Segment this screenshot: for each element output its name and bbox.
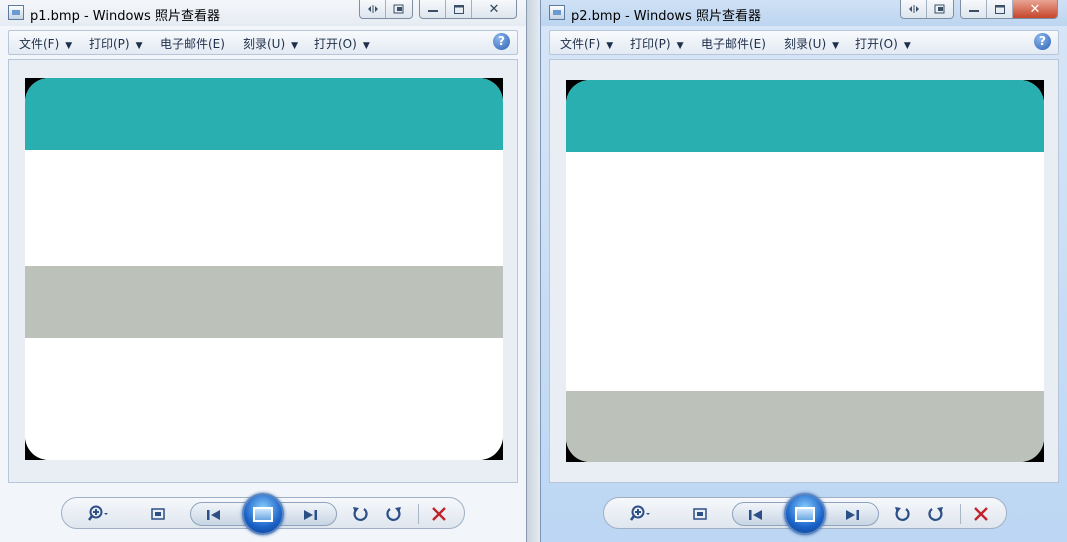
title-extra-buttons	[359, 0, 413, 19]
previous-icon[interactable]	[745, 504, 767, 526]
image-band-2	[25, 266, 503, 338]
slideshow-button[interactable]	[242, 493, 284, 535]
menu-open[interactable]: 打开(O) ▼	[314, 35, 370, 52]
delete-icon[interactable]	[428, 503, 450, 525]
zoom-icon[interactable]	[630, 503, 652, 525]
image-band-1	[25, 150, 503, 266]
slideshow-icon	[795, 506, 815, 522]
window-controls: ✕	[960, 0, 1058, 19]
window-title: p1.bmp - Windows 照片查看器	[30, 9, 220, 24]
next-icon[interactable]	[841, 504, 863, 526]
separator	[418, 504, 419, 524]
navigation-toolbar	[603, 493, 1007, 535]
navigation-toolbar	[61, 493, 465, 535]
fit-to-window-icon[interactable]	[689, 503, 711, 525]
bitmap-content	[25, 78, 503, 460]
zoom-icon[interactable]	[88, 503, 110, 525]
photo-viewer-window-p1: p1.bmp - Windows 照片查看器 ✕ 文件(F) ▼ 打印(P) ▼ 电…	[0, 0, 527, 542]
chevron-down-icon: ▼	[676, 41, 684, 51]
delete-icon[interactable]	[970, 503, 992, 525]
menu-print[interactable]: 打印(P) ▼	[630, 35, 684, 52]
chevron-down-icon: ▼	[362, 41, 370, 51]
menu-burn[interactable]: 刻录(U) ▼	[784, 35, 839, 52]
menu-bar: 文件(F) ▼ 打印(P) ▼ 电子邮件(E) 刻录(U) ▼ 打开(O) ▼ ?	[8, 30, 518, 55]
help-icon[interactable]: ?	[493, 33, 510, 50]
window-controls: ✕	[419, 0, 517, 19]
separator	[960, 504, 961, 524]
chevron-down-icon: ▼	[135, 41, 143, 51]
chevron-down-icon: ▼	[606, 41, 614, 51]
minimize-icon[interactable]	[961, 0, 987, 18]
chevron-down-icon: ▼	[65, 41, 73, 51]
image-viewport	[8, 59, 518, 483]
minimize-icon[interactable]	[420, 0, 446, 18]
chevron-down-icon: ▼	[903, 41, 911, 51]
compare-icon[interactable]	[901, 0, 927, 18]
compare-icon[interactable]	[360, 0, 386, 18]
photo-viewer-app-icon[interactable]	[549, 5, 565, 20]
rotate-counterclockwise-icon[interactable]	[891, 503, 913, 525]
rotate-counterclockwise-icon[interactable]	[349, 503, 371, 525]
desktop: p1.bmp - Windows 照片查看器 ✕ 文件(F) ▼ 打印(P) ▼ 电…	[0, 0, 1067, 542]
maximize-icon[interactable]	[987, 0, 1013, 18]
image-band-0	[25, 78, 503, 150]
menu-print[interactable]: 打印(P) ▼	[89, 35, 143, 52]
menu-email[interactable]: 电子邮件(E)	[160, 35, 225, 52]
maximize-icon[interactable]	[446, 0, 472, 18]
menu-email[interactable]: 电子邮件(E)	[701, 35, 766, 52]
menu-open[interactable]: 打开(O) ▼	[855, 35, 911, 52]
image-band-2	[566, 391, 1044, 462]
photo-viewer-app-icon[interactable]	[8, 5, 24, 20]
next-icon[interactable]	[299, 504, 321, 526]
image-band-0	[566, 80, 1044, 152]
menu-file[interactable]: 文件(F) ▼	[560, 35, 613, 52]
image-band-3	[25, 338, 503, 460]
title-bar[interactable]: p2.bmp - Windows 照片查看器 ✕	[541, 0, 1067, 26]
title-extra-buttons	[900, 0, 954, 19]
displayed-image	[566, 80, 1044, 462]
slideshow-icon	[253, 506, 273, 522]
rotate-clockwise-icon[interactable]	[383, 503, 405, 525]
menu-bar: 文件(F) ▼ 打印(P) ▼ 电子邮件(E) 刻录(U) ▼ 打开(O) ▼ ?	[549, 30, 1059, 55]
close-icon[interactable]: ✕	[472, 0, 516, 18]
previous-icon[interactable]	[203, 504, 225, 526]
chevron-down-icon: ▼	[291, 41, 299, 51]
rotate-clockwise-icon[interactable]	[925, 503, 947, 525]
slideshow-button[interactable]	[784, 493, 826, 535]
bitmap-content	[566, 80, 1044, 462]
image-band-1	[566, 152, 1044, 391]
desktop-gap	[527, 0, 540, 542]
help-icon[interactable]: ?	[1034, 33, 1051, 50]
close-icon[interactable]: ✕	[1013, 0, 1057, 18]
window-title: p2.bmp - Windows 照片查看器	[571, 9, 761, 24]
chevron-down-icon: ▼	[832, 41, 840, 51]
image-viewport	[549, 59, 1059, 483]
title-bar[interactable]: p1.bmp - Windows 照片查看器 ✕	[0, 0, 526, 26]
fit-to-window-icon[interactable]	[147, 503, 169, 525]
photo-viewer-window-p2: p2.bmp - Windows 照片查看器 ✕ 文件(F) ▼ 打印(P) ▼ 电…	[540, 0, 1067, 542]
snap-icon[interactable]	[386, 0, 412, 18]
menu-burn[interactable]: 刻录(U) ▼	[243, 35, 298, 52]
snap-icon[interactable]	[927, 0, 953, 18]
displayed-image	[25, 78, 503, 460]
menu-file[interactable]: 文件(F) ▼	[19, 35, 72, 52]
